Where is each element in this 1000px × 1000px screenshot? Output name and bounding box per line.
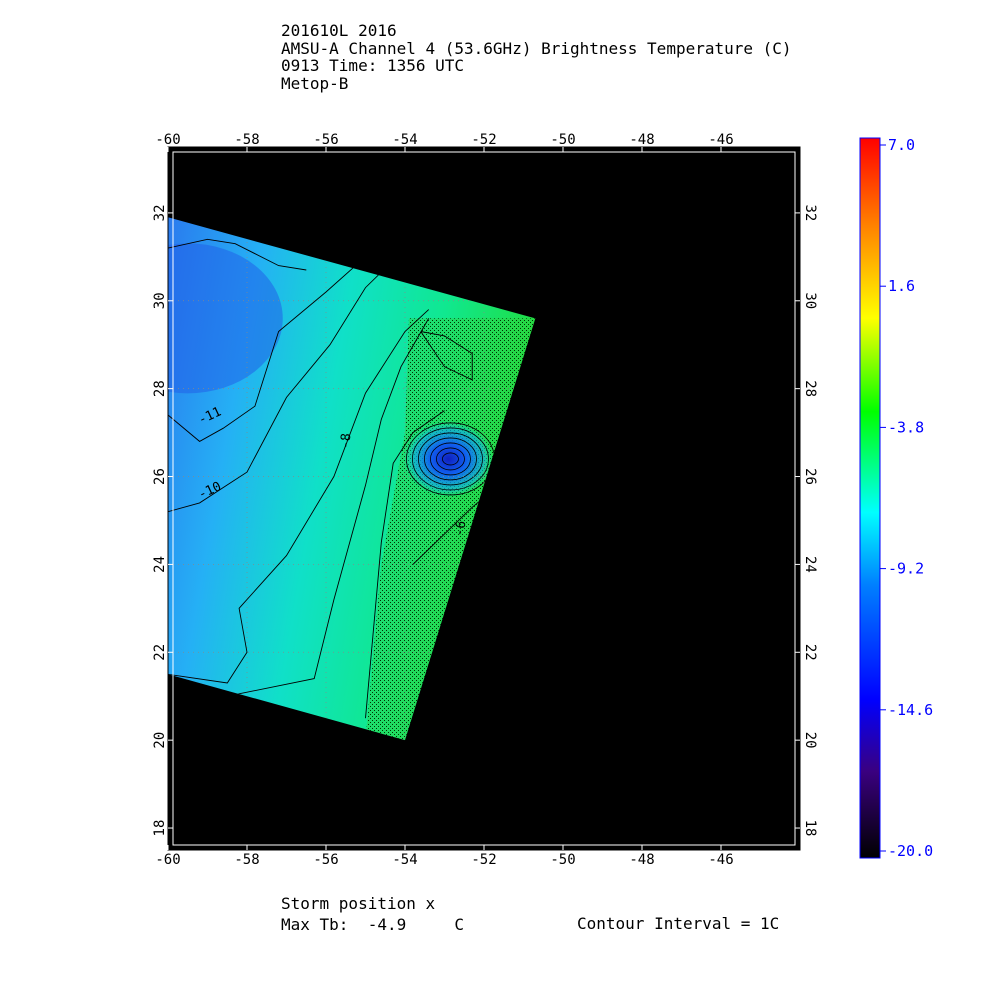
x-tick-label-bottom: -56	[313, 852, 338, 868]
y-tick-label-left: 32	[152, 204, 168, 221]
y-tick-label-left: 18	[152, 820, 168, 837]
contour-label: -6	[452, 520, 469, 538]
y-tick-label-right: 22	[802, 644, 818, 661]
brightness-temperature-map: -11-10-8-6 -60-60-58-58-56-56-54-54-52-5…	[152, 132, 933, 868]
colorbar-label: 1.6	[888, 277, 915, 295]
x-tick-label-top: -54	[392, 132, 417, 148]
footer-block: Storm position x Max Tb: -4.9 C	[281, 893, 464, 935]
max-tb-unit: C	[454, 915, 465, 934]
colorbar-label: -3.8	[888, 418, 924, 436]
x-tick-label-bottom: -58	[234, 852, 259, 868]
cold-region	[168, 243, 283, 394]
x-tick-label-bottom: -52	[471, 852, 496, 868]
x-tick-label-top: -48	[629, 132, 654, 148]
storm-position-label: Storm position x	[281, 894, 436, 913]
colorbar-label: 7.0	[888, 136, 915, 154]
y-tick-label-right: 28	[802, 380, 818, 397]
max-tb-label: Max Tb:	[281, 915, 349, 934]
colorbar-gradient	[859, 137, 881, 859]
x-tick-label-bottom: -46	[708, 852, 733, 868]
y-tick-label-left: 26	[152, 468, 168, 485]
colorbar-label: -9.2	[888, 560, 924, 578]
y-tick-label-left: 28	[152, 380, 168, 397]
max-tb-line: Max Tb: -4.9 C	[281, 914, 464, 935]
x-tick-label-top: -52	[471, 132, 496, 148]
y-tick-label-left: 24	[152, 556, 168, 573]
x-tick-label-bottom: -60	[155, 852, 180, 868]
x-tick-label-bottom: -54	[392, 852, 417, 868]
x-tick-label-top: -46	[708, 132, 733, 148]
colorbar-label: -14.6	[888, 701, 933, 719]
y-tick-label-right: 26	[802, 468, 818, 485]
y-tick-label-left: 22	[152, 644, 168, 661]
y-tick-label-right: 32	[802, 204, 818, 221]
contour-interval-label: Contour Interval = 1C	[577, 914, 780, 933]
x-tick-label-bottom: -50	[550, 852, 575, 868]
x-tick-label-top: -60	[155, 132, 180, 148]
colorbar: 7.0 1.6 -3.8 -9.2 -14.6 -20.0	[859, 136, 933, 860]
x-tick-label-bottom: -48	[629, 852, 654, 868]
x-tick-label-top: -58	[234, 132, 259, 148]
x-tick-label-top: -50	[550, 132, 575, 148]
contour-label: -8	[338, 433, 354, 450]
y-tick-label-right: 30	[802, 292, 818, 309]
max-tb-value: -4.9	[367, 915, 407, 934]
y-tick-label-right: 24	[802, 556, 818, 573]
x-tick-label-top: -56	[313, 132, 338, 148]
y-tick-label-left: 30	[152, 292, 168, 309]
y-tick-label-right: 18	[802, 820, 818, 837]
colorbar-label: -20.0	[888, 842, 933, 860]
y-tick-label-right: 20	[802, 732, 818, 749]
y-tick-label-left: 20	[152, 732, 168, 749]
